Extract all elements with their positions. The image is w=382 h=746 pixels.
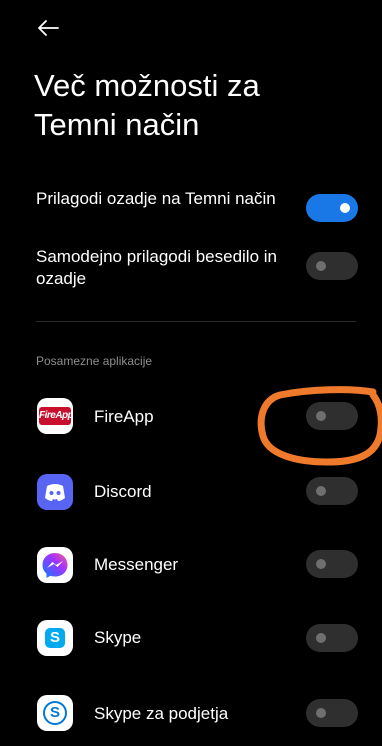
toggle-knob [316,261,326,271]
toggle-knob [316,708,326,718]
setting-adjust-background-label: Prilagodi ozadje na Temni način [36,189,276,208]
skype-icon: S [37,620,73,656]
page-title-line1: Več možnosti za [34,68,260,103]
fireapp-icon: FireApp [37,398,73,434]
toggle-skype[interactable] [306,624,358,652]
app-name-discord: Discord [94,482,152,501]
app-name-skype: Skype [94,628,142,647]
messenger-icon [37,547,73,583]
fireapp-icon-text: FireApp [39,407,73,425]
page-title: Več možnosti za Temni način [34,66,354,144]
toggle-messenger[interactable] [306,550,358,578]
toggle-fireapp[interactable] [306,402,358,430]
back-arrow-icon[interactable] [34,14,62,42]
discord-logo-icon [45,484,65,501]
toggle-discord[interactable] [306,477,358,505]
toggle-knob [316,486,326,496]
toggle-auto-adjust-text[interactable] [306,252,358,280]
page-title-line2: Temni način [34,107,200,142]
toggle-knob [316,633,326,643]
toggle-knob [316,411,326,421]
skype-business-icon: S [37,695,73,731]
app-name-fireapp: FireApp [94,407,154,426]
divider [36,321,356,322]
toggle-adjust-background[interactable] [306,194,358,222]
setting-auto-adjust-text-label: Samodejno prilagodi besedilo in ozadje [36,247,277,288]
section-header-apps: Posamezne aplikacije [36,354,153,368]
toggle-knob [340,203,350,213]
toggle-knob [316,559,326,569]
app-name-skype-business: Skype za podjetja [94,704,229,723]
messenger-logo-icon [42,553,68,578]
app-name-messenger: Messenger [94,555,179,574]
toggle-skype-business[interactable] [306,699,358,727]
discord-icon [37,474,73,510]
